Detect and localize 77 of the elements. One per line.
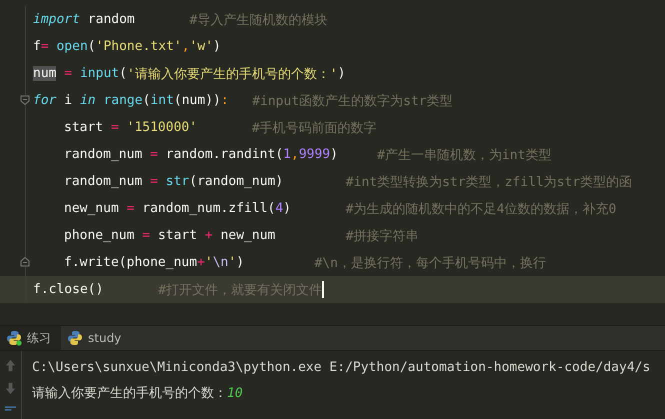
fold-end-icon[interactable]: [20, 257, 30, 267]
code-text: new_num: [64, 201, 119, 216]
code-text: (num)): [174, 93, 221, 108]
code-text: random_num.zfill(: [142, 201, 276, 216]
code-text: (: [88, 39, 96, 54]
code-text: random.randint(: [166, 147, 284, 162]
code-text: phone_num: [64, 228, 134, 243]
code-text: ): [338, 66, 346, 81]
builtin-name: input: [80, 66, 120, 81]
python-icon: [67, 330, 83, 346]
builtin-name: range: [103, 93, 143, 108]
code-text: num: [33, 66, 56, 81]
code-text: f.close(): [33, 282, 104, 297]
code-text: ): [213, 39, 221, 54]
code-comment: #为生成的随机数中的不足4位数的数据，补充0: [346, 200, 616, 218]
operator: =: [40, 39, 50, 54]
code-text: start: [64, 120, 104, 135]
string-literal: '请输入你要产生的手机号的个数：': [126, 66, 338, 82]
console-command: C:\Users\sunxue\Miniconda3\python.exe E:/Python/automation-homework-code/day4/s: [32, 360, 650, 377]
code-text: i: [63, 93, 74, 108]
keyword: for: [33, 93, 56, 108]
builtin-name: int: [150, 93, 174, 108]
string-literal: '1510000': [126, 120, 198, 135]
operator: =: [63, 66, 74, 81]
punctuation: ,: [182, 39, 190, 54]
string-literal: ': [228, 255, 236, 270]
builtin-name: open: [56, 39, 88, 54]
code-comment: #\n，是换行符，每个手机号码中，换行: [314, 254, 546, 272]
operator: =: [141, 228, 152, 243]
code-text: ): [236, 255, 246, 270]
fold-icon[interactable]: [20, 95, 30, 105]
code-comment: #产生一串随机数，为int类型: [377, 146, 552, 164]
string-literal: 'Phone.txt': [96, 39, 182, 54]
code-comment: #int类型转换为str类型，zfill为str类型的函: [346, 174, 632, 190]
code-text: f: [33, 39, 41, 54]
operator: +: [204, 228, 214, 243]
python-icon: [6, 330, 22, 346]
code-comment: #拼接字符串: [346, 228, 419, 244]
code-comment: #打开文件，就要有关闭文件: [158, 282, 322, 298]
code-text: random: [88, 12, 136, 27]
operator: +: [197, 255, 205, 270]
string-literal: 'w': [190, 39, 214, 54]
operator: =: [149, 174, 159, 189]
code-comment: #input函数产生的数字为str类型: [252, 92, 453, 110]
code-text: (: [142, 93, 150, 108]
run-tab[interactable]: study: [61, 326, 132, 350]
code-text: random_num: [64, 147, 142, 162]
code-text: f.write(phone_num: [64, 255, 198, 270]
punctuation: ,: [291, 147, 299, 162]
down-arrow-icon[interactable]: [4, 382, 17, 395]
escape-sequence: \n: [212, 255, 228, 270]
string-literal: ': [204, 255, 213, 270]
soft-wrap-icon[interactable]: [4, 405, 17, 412]
typed-value: 10: [227, 386, 243, 401]
builtin-name: str: [166, 174, 190, 189]
code-comment: #手机号码前面的数字: [252, 120, 377, 136]
console-prompt: 请输入你要产生的手机号的个数：: [32, 386, 227, 401]
code-text: random_num: [64, 174, 142, 189]
text-caret: [322, 281, 324, 298]
operator: =: [149, 147, 159, 162]
number-literal: 4: [275, 201, 284, 216]
code-text: (random_num): [189, 174, 284, 189]
punctuation: :: [220, 93, 230, 108]
operator: =: [110, 120, 120, 135]
code-text: new_num: [220, 228, 276, 243]
operator: =: [126, 201, 136, 216]
run-tab[interactable]: 练习: [0, 326, 61, 350]
code-text: start: [158, 228, 198, 243]
code-text: (: [119, 66, 127, 81]
number-literal: 1: [283, 147, 291, 162]
keyword: import: [33, 12, 81, 27]
code-comment: #导入产生随机数的模块: [190, 12, 328, 28]
code-text: ): [283, 201, 292, 216]
up-arrow-icon[interactable]: [4, 359, 17, 372]
keyword: in: [80, 93, 97, 108]
code-text: ): [330, 147, 339, 162]
number-literal: 9999: [298, 147, 330, 162]
